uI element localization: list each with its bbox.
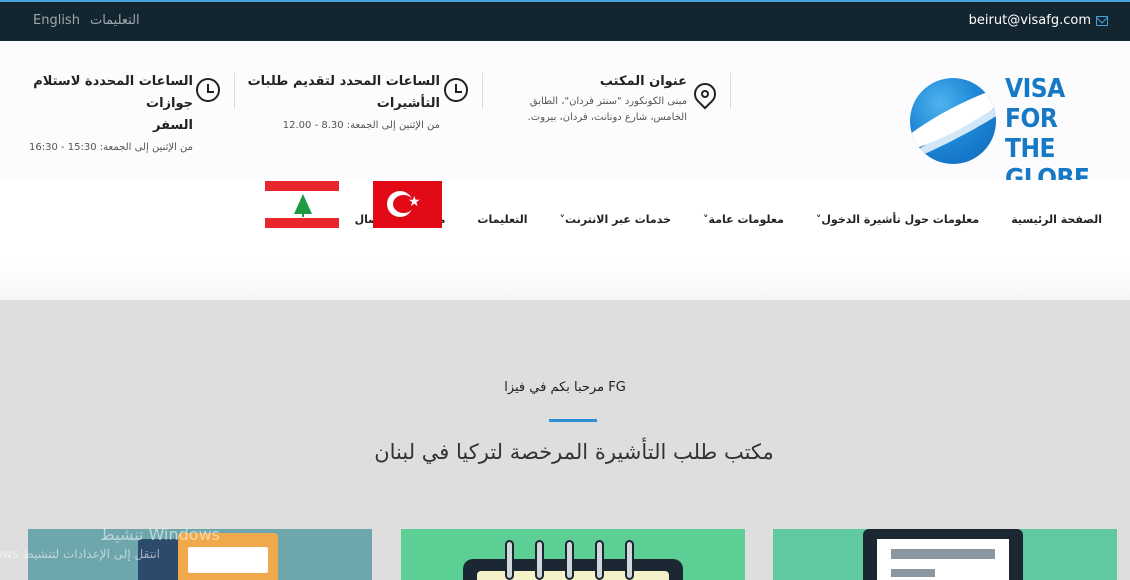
- clock-icon: [444, 78, 468, 102]
- nav-item-general-info[interactable]: معلومات عامة˅: [703, 213, 784, 226]
- lebanon-flag-icon[interactable]: [265, 181, 339, 228]
- nav-shadow: [0, 262, 1130, 300]
- nav-item-instructions[interactable]: التعليمات: [477, 213, 527, 226]
- email-link[interactable]: beirut@visafg.com: [969, 13, 1108, 28]
- clock-icon: [196, 78, 220, 102]
- collection-hours-sub: من الإثنين إلى الجمعة: 15:30 - 16:30: [29, 142, 193, 153]
- service-card-calendar[interactable]: [401, 529, 745, 580]
- header-divider: [234, 73, 235, 109]
- nav-menu: الصفحة الرئيسية معلومات حول تأشيرة الدخو…: [355, 213, 1102, 226]
- accent-divider: [549, 419, 597, 422]
- location-pin-icon: [689, 78, 721, 110]
- header-divider: [482, 73, 483, 109]
- header-divider: [730, 73, 731, 109]
- language-english-link[interactable]: English: [33, 13, 80, 28]
- nav-item-home[interactable]: الصفحة الرئيسية: [1011, 213, 1102, 226]
- main-nav: الصفحة الرئيسية معلومات حول تأشيرة الدخو…: [0, 180, 1130, 262]
- mail-icon: [1096, 15, 1108, 26]
- office-address-line2: الخامس، شارع دونانت، فردان، بيروت.: [527, 112, 687, 123]
- turkey-flag-icon[interactable]: ★: [373, 181, 442, 228]
- collection-hours-title-2: السفر: [152, 118, 193, 133]
- header: VISA FOR THE GLOBE عنوان المكتب مبنى الك…: [0, 41, 1130, 194]
- windows-activation-watermark: Windows تنشيط انتقل إلى الإعدادات لتنشيط…: [0, 525, 220, 561]
- nav-item-visa-info[interactable]: معلومات حول تأشيرة الدخول˅: [816, 213, 979, 226]
- submission-hours-title-1: الساعات المحدد لتقديم طلبات: [247, 74, 440, 89]
- site-logo[interactable]: VISA FOR THE GLOBE: [910, 74, 1110, 194]
- office-address: عنوان المكتب مبنى الكونكورد "سنتر فردان"…: [527, 71, 687, 125]
- office-address-title: عنوان المكتب: [599, 74, 687, 89]
- logo-text: VISA FOR THE GLOBE: [1005, 74, 1090, 194]
- collection-hours: الساعات المحددة لاستلام جوازات السفر من …: [13, 71, 193, 155]
- globe-logo-icon: [910, 78, 996, 164]
- office-address-line1: مبنى الكونكورد "سنتر فردان"، الطابق: [529, 96, 687, 107]
- nav-item-online-services[interactable]: خدمات عبر الانترنت˅: [560, 213, 671, 226]
- top-links: English التعليمات: [33, 13, 140, 28]
- page-title: مكتب طلب التأشيرة المرخصة لتركيا في لبنا…: [374, 440, 774, 464]
- instructions-link[interactable]: التعليمات: [90, 13, 140, 28]
- clipboard-icon: [863, 529, 1023, 580]
- welcome-text: مرحبا بكم في فيزا FG: [504, 380, 626, 395]
- submission-hours: الساعات المحدد لتقديم طلبات التأشيرات من…: [220, 71, 440, 133]
- service-card-clipboard[interactable]: [773, 529, 1117, 580]
- email-text[interactable]: beirut@visafg.com: [969, 13, 1091, 28]
- submission-hours-sub: من الإثنين إلى الجمعة: 8.30 - 12.00: [282, 120, 440, 131]
- top-bar: English التعليمات beirut@visafg.com: [0, 0, 1130, 41]
- submission-hours-title-2: التأشيرات: [376, 96, 440, 111]
- collection-hours-title-1: الساعات المحددة لاستلام جوازات: [33, 74, 193, 111]
